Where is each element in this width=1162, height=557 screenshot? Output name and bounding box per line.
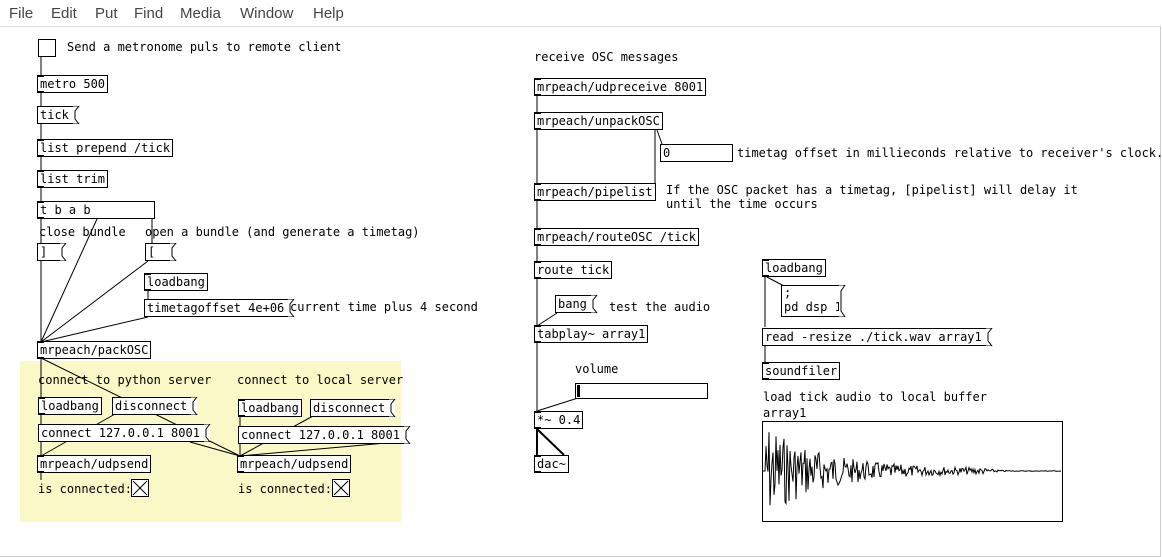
disconnect-local-label: disconnect xyxy=(313,401,386,415)
array-name-label: array1 xyxy=(763,406,807,420)
multiply-object[interactable]: *~ 0.4 xyxy=(534,411,584,429)
udpreceive-object[interactable]: mrpeach/udpreceive 8001 xyxy=(534,78,707,96)
bang-message[interactable]: bang xyxy=(555,295,598,313)
waveform-plot xyxy=(763,432,1062,506)
pipelist-comment-line2: until the time occurs xyxy=(666,197,818,211)
packosc-object[interactable]: mrpeach/packOSC xyxy=(37,341,152,359)
dsp-message-line2: pd dsp 1 xyxy=(784,300,842,314)
trigger-object[interactable]: t b a b xyxy=(37,201,155,219)
metronome-comment: Send a metronome puls to remote client xyxy=(67,40,342,54)
udpsend-local-object[interactable]: mrpeach/udpsend xyxy=(237,455,352,473)
volume-slider-knob[interactable] xyxy=(577,385,580,397)
timetagoffset-message[interactable]: timetagoffset 4e+06 xyxy=(144,299,295,317)
dsp-on-message[interactable]: ; pd dsp 1 xyxy=(781,285,846,317)
timetag-comment: timetag offset in millieconds relative t… xyxy=(737,146,1162,160)
loadbang-local-object[interactable]: loadbang xyxy=(238,399,302,417)
tick-message[interactable]: tick xyxy=(37,106,80,124)
volume-comment: volume xyxy=(575,362,619,376)
close-bundle-comment: close bundle xyxy=(39,225,126,239)
soundfiler-object[interactable]: soundfiler xyxy=(762,362,841,380)
is-connected-python-toggle[interactable] xyxy=(131,479,149,497)
disconnect-python-label: disconnect xyxy=(115,399,188,413)
is-connected-python-label: is connected: xyxy=(38,482,132,496)
dsp-message-line1: ; xyxy=(784,286,792,300)
close-bundle-message[interactable]: ] xyxy=(37,243,67,261)
disconnect-local-message[interactable]: disconnect xyxy=(310,399,396,417)
metro-object[interactable]: metro 500 xyxy=(37,75,109,93)
loadbang-object[interactable]: loadbang xyxy=(144,273,208,291)
is-connected-local-label: is connected: xyxy=(238,482,332,496)
tick-message-label: tick xyxy=(40,108,69,122)
connect-python-label: connect 127.0.0.1 8001 xyxy=(41,426,200,440)
udpsend-python-object[interactable]: mrpeach/udpsend xyxy=(37,455,152,473)
current-time-comment: current time plus 4 second xyxy=(290,300,478,314)
route-tick-object[interactable]: route tick xyxy=(534,261,613,279)
timetagoffset-label: timetagoffset 4e+06 xyxy=(147,301,285,315)
array1-graph[interactable] xyxy=(762,421,1063,522)
load-audio-comment: load tick audio to local buffer xyxy=(763,390,987,404)
local-server-comment: connect to local server xyxy=(237,373,404,387)
tabplay-object[interactable]: tabplay~ array1 xyxy=(534,325,649,343)
disconnect-python-message[interactable]: disconnect xyxy=(112,397,198,415)
open-bundle-message[interactable]: [ xyxy=(145,243,177,261)
toggle-x-icon xyxy=(333,480,349,496)
list-trim-object[interactable]: list trim xyxy=(37,170,109,188)
test-audio-comment: test the audio xyxy=(609,300,711,314)
loadbang-python-object[interactable]: loadbang xyxy=(38,397,102,415)
is-connected-local-toggle[interactable] xyxy=(332,479,350,497)
toggle-x-icon xyxy=(132,480,148,496)
connect-local-label: connect 127.0.0.1 8001 xyxy=(241,428,400,442)
bang-message-label: bang xyxy=(558,297,587,311)
timetag-number-box[interactable]: 0 xyxy=(660,144,733,162)
unpackosc-object[interactable]: mrpeach/unpackOSC xyxy=(534,112,663,130)
list-prepend-object[interactable]: list prepend /tick xyxy=(37,139,174,157)
open-bundle-label: [ xyxy=(148,245,156,259)
dac-object[interactable]: dac~ xyxy=(534,455,569,473)
read-resize-label: read -resize ./tick.wav array1 xyxy=(765,330,982,344)
pipelist-comment-line1: If the OSC packet has a timetag, [pipeli… xyxy=(666,183,1078,197)
close-bundle-label: ] xyxy=(40,245,48,259)
python-server-comment: connect to python server xyxy=(38,373,212,387)
routeosc-object[interactable]: mrpeach/routeOSC /tick xyxy=(534,228,699,246)
loadbang-dsp-object[interactable]: loadbang xyxy=(762,259,826,277)
connect-python-message[interactable]: connect 127.0.0.1 8001 xyxy=(38,424,211,442)
volume-slider[interactable] xyxy=(575,383,708,399)
connect-local-message[interactable]: connect 127.0.0.1 8001 xyxy=(238,426,411,444)
read-resize-message[interactable]: read -resize ./tick.wav array1 xyxy=(762,328,993,346)
metronome-toggle[interactable] xyxy=(38,39,56,57)
receive-osc-comment: receive OSC messages xyxy=(534,50,679,64)
open-bundle-comment: open a bundle (and generate a timetag) xyxy=(145,225,420,239)
pipelist-object[interactable]: mrpeach/pipelist xyxy=(534,183,656,201)
